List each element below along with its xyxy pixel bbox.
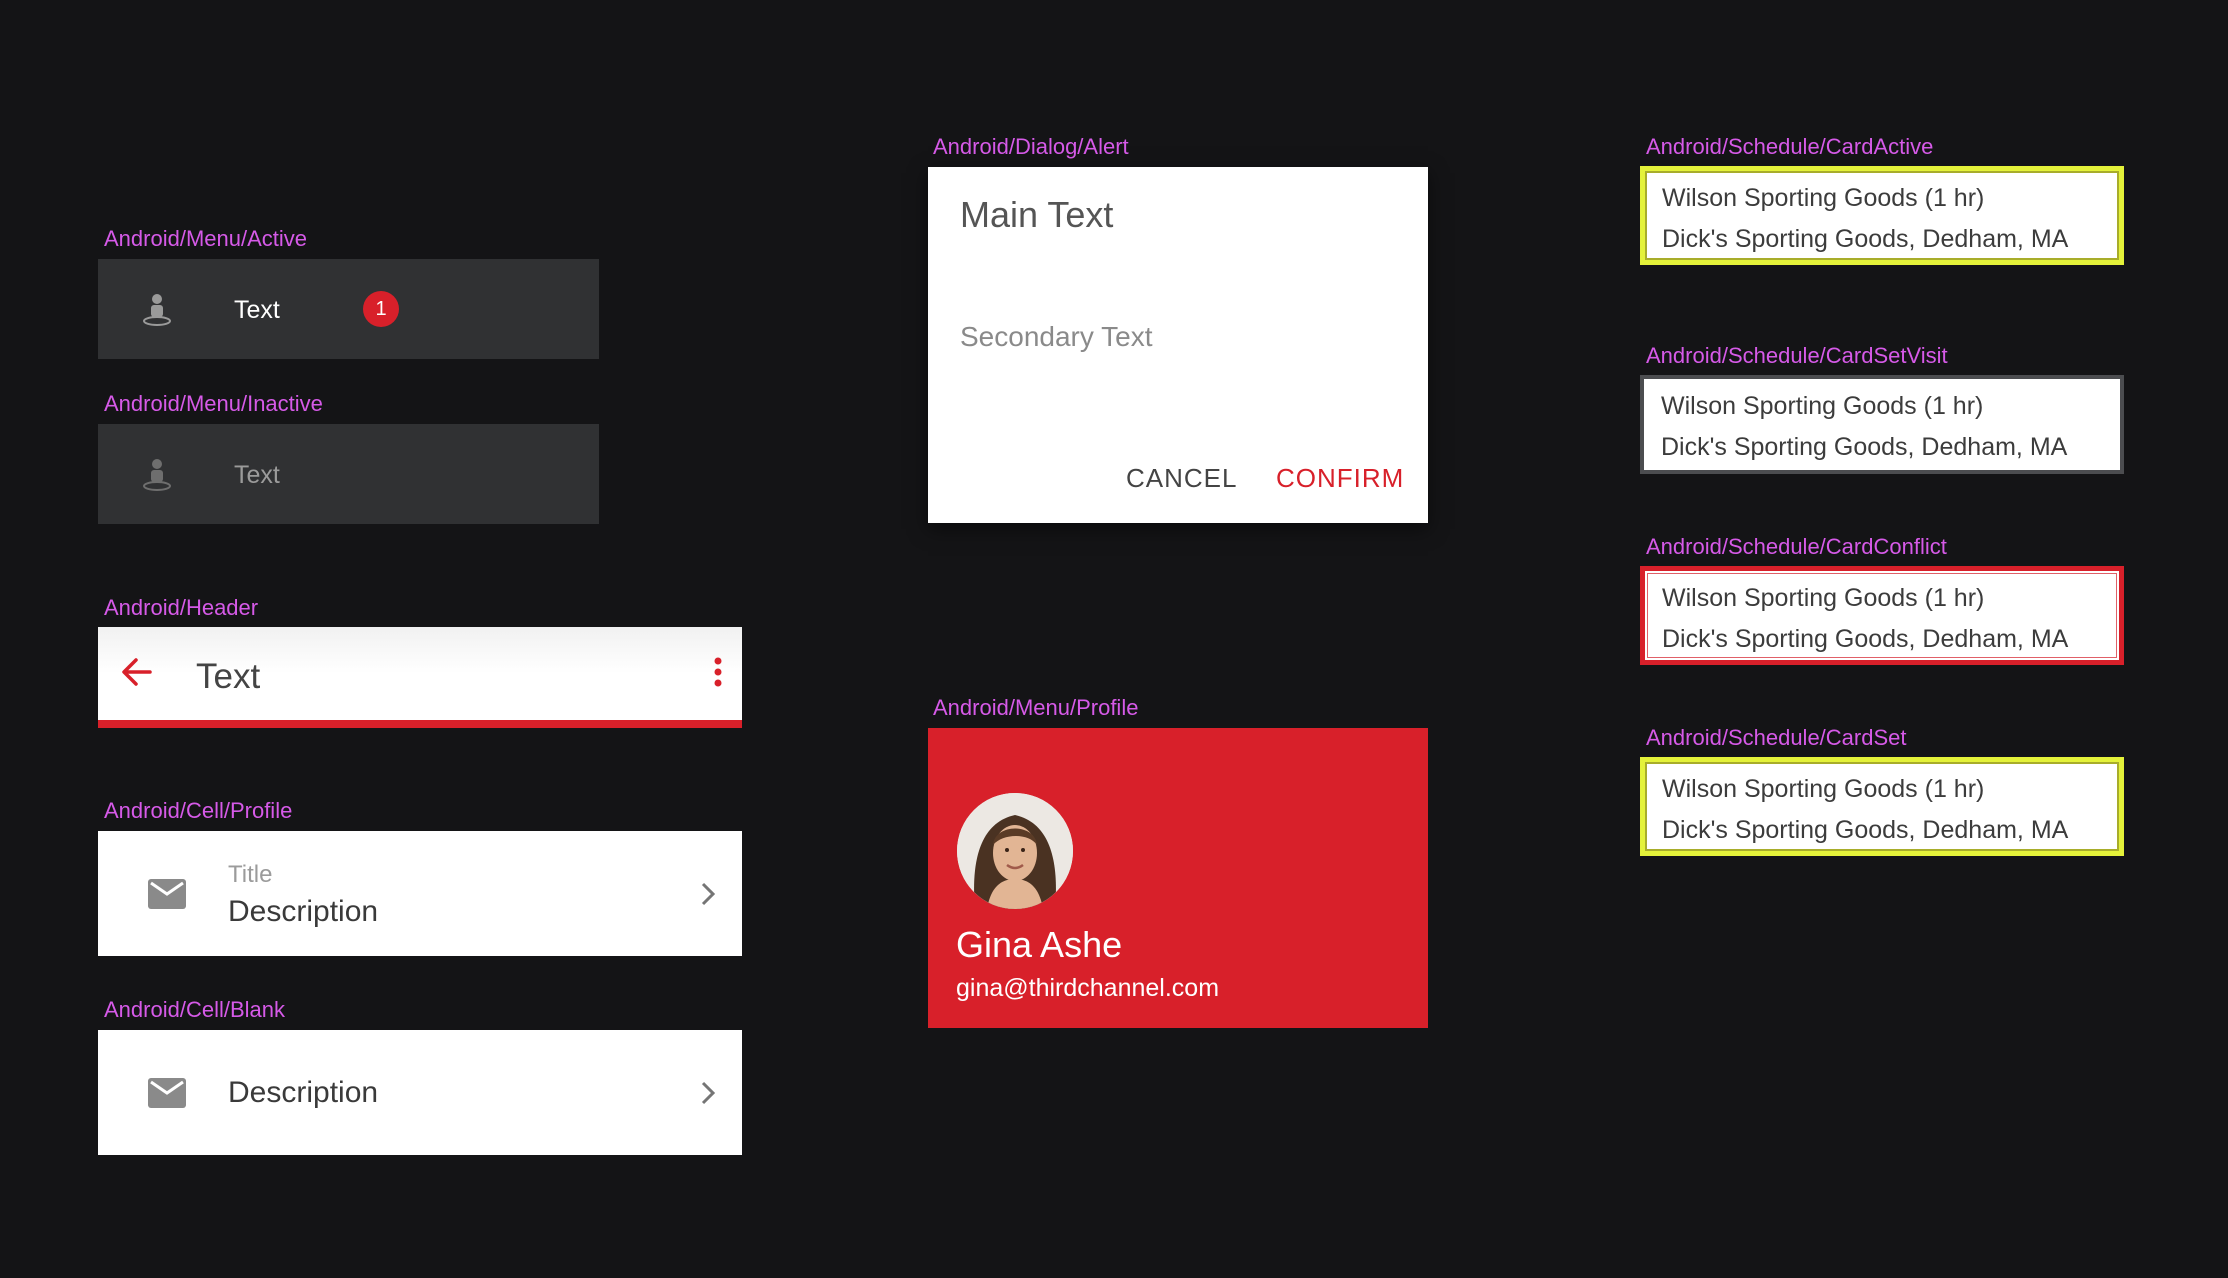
frame-label-header: Android/Header — [104, 595, 259, 620]
arrow-back-icon[interactable] — [120, 655, 154, 689]
frame-label-card-set: Android/Schedule/CardSet — [1646, 725, 1907, 750]
card-location: Dick's Sporting Goods, Dedham, MA — [1661, 433, 2068, 461]
card-location: Dick's Sporting Goods, Dedham, MA — [1662, 816, 2069, 844]
alert-dialog: Main Text Secondary Text CANCEL CONFIRM — [928, 167, 1428, 523]
app-header: Text — [98, 627, 742, 728]
profile-email: gina@thirdchannel.com — [956, 974, 1220, 1002]
mail-icon — [148, 879, 186, 909]
confirm-button[interactable]: CONFIRM — [1276, 463, 1404, 493]
frame-label-cell-profile: Android/Cell/Profile — [104, 798, 293, 823]
person-pin-icon — [143, 294, 171, 326]
card-title: Wilson Sporting Goods (1 hr) — [1662, 775, 1985, 803]
cell-description: Description — [228, 1076, 379, 1109]
header-title: Text — [196, 657, 261, 696]
menu-profile[interactable]: Gina Ashe gina@thirdchannel.com — [928, 728, 1428, 1028]
cell-title: Title — [228, 861, 273, 888]
schedule-card-set[interactable]: Wilson Sporting Goods (1 hr) Dick's Spor… — [1640, 757, 2124, 856]
cell-blank[interactable]: Description — [98, 1030, 742, 1155]
profile-name: Gina Ashe — [956, 924, 1123, 965]
card-title: Wilson Sporting Goods (1 hr) — [1662, 184, 1985, 212]
schedule-card-set-visit[interactable]: Wilson Sporting Goods (1 hr) Dick's Spor… — [1640, 375, 2124, 474]
menu-item-label: Text — [234, 296, 280, 324]
frame-label-card-active: Android/Schedule/CardActive — [1646, 134, 1934, 159]
mail-icon — [148, 1078, 186, 1108]
cell-description: Description — [228, 895, 379, 928]
schedule-card-conflict[interactable]: Wilson Sporting Goods (1 hr) Dick's Spor… — [1640, 566, 2124, 665]
card-title: Wilson Sporting Goods (1 hr) — [1662, 584, 1985, 612]
dialog-secondary-text: Secondary Text — [960, 321, 1153, 352]
frame-label-cell-blank: Android/Cell/Blank — [104, 997, 285, 1022]
frame-label-card-set-visit: Android/Schedule/CardSetVisit — [1646, 343, 1948, 368]
frame-label-menu-inactive: Android/Menu/Inactive — [104, 391, 323, 416]
avatar[interactable] — [957, 793, 1073, 909]
cell-profile[interactable]: Title Description — [98, 831, 742, 956]
notification-badge: 1 — [363, 291, 399, 327]
schedule-card-active[interactable]: Wilson Sporting Goods (1 hr) Dick's Spor… — [1640, 166, 2124, 265]
cancel-button[interactable]: CANCEL — [1126, 463, 1237, 493]
card-title: Wilson Sporting Goods (1 hr) — [1661, 392, 1984, 420]
menu-item-active[interactable]: Text 1 — [98, 259, 599, 359]
menu-item-label: Text — [234, 461, 280, 489]
dialog-main-text: Main Text — [960, 194, 1114, 235]
card-location: Dick's Sporting Goods, Dedham, MA — [1662, 625, 2069, 653]
chevron-right-icon — [701, 882, 716, 906]
frame-label-card-conflict: Android/Schedule/CardConflict — [1646, 534, 1947, 559]
card-location: Dick's Sporting Goods, Dedham, MA — [1662, 225, 2069, 253]
frame-label-dialog-alert: Android/Dialog/Alert — [933, 134, 1129, 159]
avatar-photo — [957, 793, 1073, 909]
chevron-right-icon — [701, 1081, 716, 1105]
frame-label-menu-active: Android/Menu/Active — [104, 226, 307, 251]
menu-item-inactive[interactable]: Text — [98, 424, 599, 524]
person-pin-icon — [143, 459, 171, 491]
more-vertical-icon[interactable] — [714, 657, 722, 687]
frame-label-menu-profile: Android/Menu/Profile — [933, 695, 1139, 720]
